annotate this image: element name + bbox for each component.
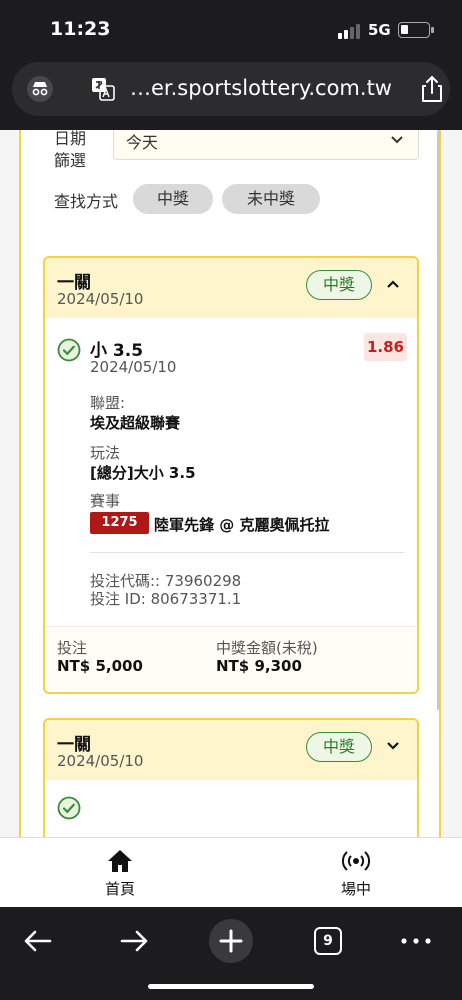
payout-label: 中獎金額(未稅) bbox=[216, 639, 318, 657]
odds-badge: 1.86 bbox=[364, 333, 407, 361]
chevron-down-icon[interactable] bbox=[385, 738, 401, 754]
nav-item-home[interactable]: 首頁 bbox=[80, 848, 160, 899]
status-badge: 中獎 bbox=[306, 270, 372, 300]
stake-label: 投注 bbox=[57, 639, 88, 657]
card-footer: 投注 NT$ 5,000 中獎金額(未稅) NT$ 9,300 bbox=[45, 626, 417, 692]
chevron-up-icon[interactable] bbox=[385, 276, 401, 292]
bet-id: 投注 ID: 80673371.1 bbox=[90, 590, 242, 608]
date-filter-label: 日期篩選 bbox=[54, 130, 87, 170]
home-indicator bbox=[148, 984, 314, 989]
forward-arrow-icon[interactable] bbox=[114, 921, 154, 961]
scrollbar[interactable] bbox=[437, 130, 440, 710]
bet-card: 一關 2024/05/10 中獎 bbox=[43, 718, 419, 837]
check-circle-icon bbox=[57, 796, 81, 820]
home-icon bbox=[108, 850, 132, 872]
more-icon[interactable] bbox=[396, 921, 436, 961]
signal-icon bbox=[338, 24, 360, 39]
card-date: 2024/05/10 bbox=[57, 290, 144, 308]
date-filter-select[interactable]: 今天 bbox=[113, 130, 419, 160]
filter-pill-not-won[interactable]: 未中獎 bbox=[222, 184, 320, 214]
event-label: 賽事 bbox=[90, 492, 121, 510]
market-label: 玩法 bbox=[90, 444, 121, 462]
back-arrow-icon[interactable] bbox=[18, 921, 58, 961]
filter-pill-won[interactable]: 中獎 bbox=[133, 184, 213, 214]
card-date: 2024/05/10 bbox=[57, 752, 144, 770]
browser-address-bar[interactable]: …er.sportslottery.com.tw bbox=[12, 62, 450, 116]
chevron-down-icon bbox=[391, 136, 403, 144]
search-method-label: 查找方式 bbox=[54, 192, 119, 211]
divider bbox=[90, 552, 404, 553]
bet-card: 一關 2024/05/10 中獎 小 3.5 2024/05/10 1.86 聯… bbox=[43, 256, 419, 694]
league-value: 埃及超級聯賽 bbox=[90, 414, 181, 432]
nav-label-live: 場中 bbox=[340, 880, 371, 898]
url-text[interactable]: …er.sportslottery.com.tw bbox=[130, 76, 392, 100]
network-type: 5G bbox=[368, 21, 391, 39]
nav-label-home: 首頁 bbox=[104, 880, 135, 898]
event-code-badge: 1275 bbox=[90, 512, 149, 534]
share-icon[interactable] bbox=[420, 75, 444, 103]
plus-icon bbox=[219, 929, 243, 953]
new-tab-button[interactable] bbox=[209, 919, 253, 963]
date-filter-value: 今天 bbox=[126, 133, 159, 152]
tabs-button[interactable]: 9 bbox=[314, 927, 342, 955]
status-badge: 中獎 bbox=[306, 732, 372, 762]
market-value: [總分]大小 3.5 bbox=[90, 464, 196, 482]
page-content: 日期篩選 今天 查找方式 中獎 未中獎 一關 2024/05/10 中獎 小 3… bbox=[0, 130, 462, 837]
stake-value: NT$ 5,000 bbox=[57, 657, 143, 675]
league-label: 聯盟: bbox=[90, 394, 126, 412]
bottom-navigation: 首頁 場中 bbox=[0, 837, 462, 907]
card-header[interactable]: 一關 2024/05/10 中獎 bbox=[45, 258, 417, 318]
incognito-icon[interactable] bbox=[26, 75, 54, 103]
payout-value: NT$ 9,300 bbox=[216, 657, 302, 675]
browser-toolbar: 9 bbox=[0, 907, 462, 1000]
battery-icon bbox=[398, 22, 430, 38]
live-broadcast-icon bbox=[342, 851, 370, 871]
nav-item-live[interactable]: 場中 bbox=[316, 848, 396, 899]
card-header[interactable]: 一關 2024/05/10 中獎 bbox=[45, 720, 417, 780]
event-name: 陸軍先鋒 @ 克麗奧佩托拉 bbox=[154, 516, 330, 534]
translate-icon[interactable] bbox=[90, 76, 116, 102]
check-circle-icon bbox=[57, 338, 81, 362]
status-time: 11:23 bbox=[50, 18, 111, 40]
status-bar: 11:23 5G bbox=[0, 0, 462, 60]
selection-date: 2024/05/10 bbox=[90, 358, 177, 376]
